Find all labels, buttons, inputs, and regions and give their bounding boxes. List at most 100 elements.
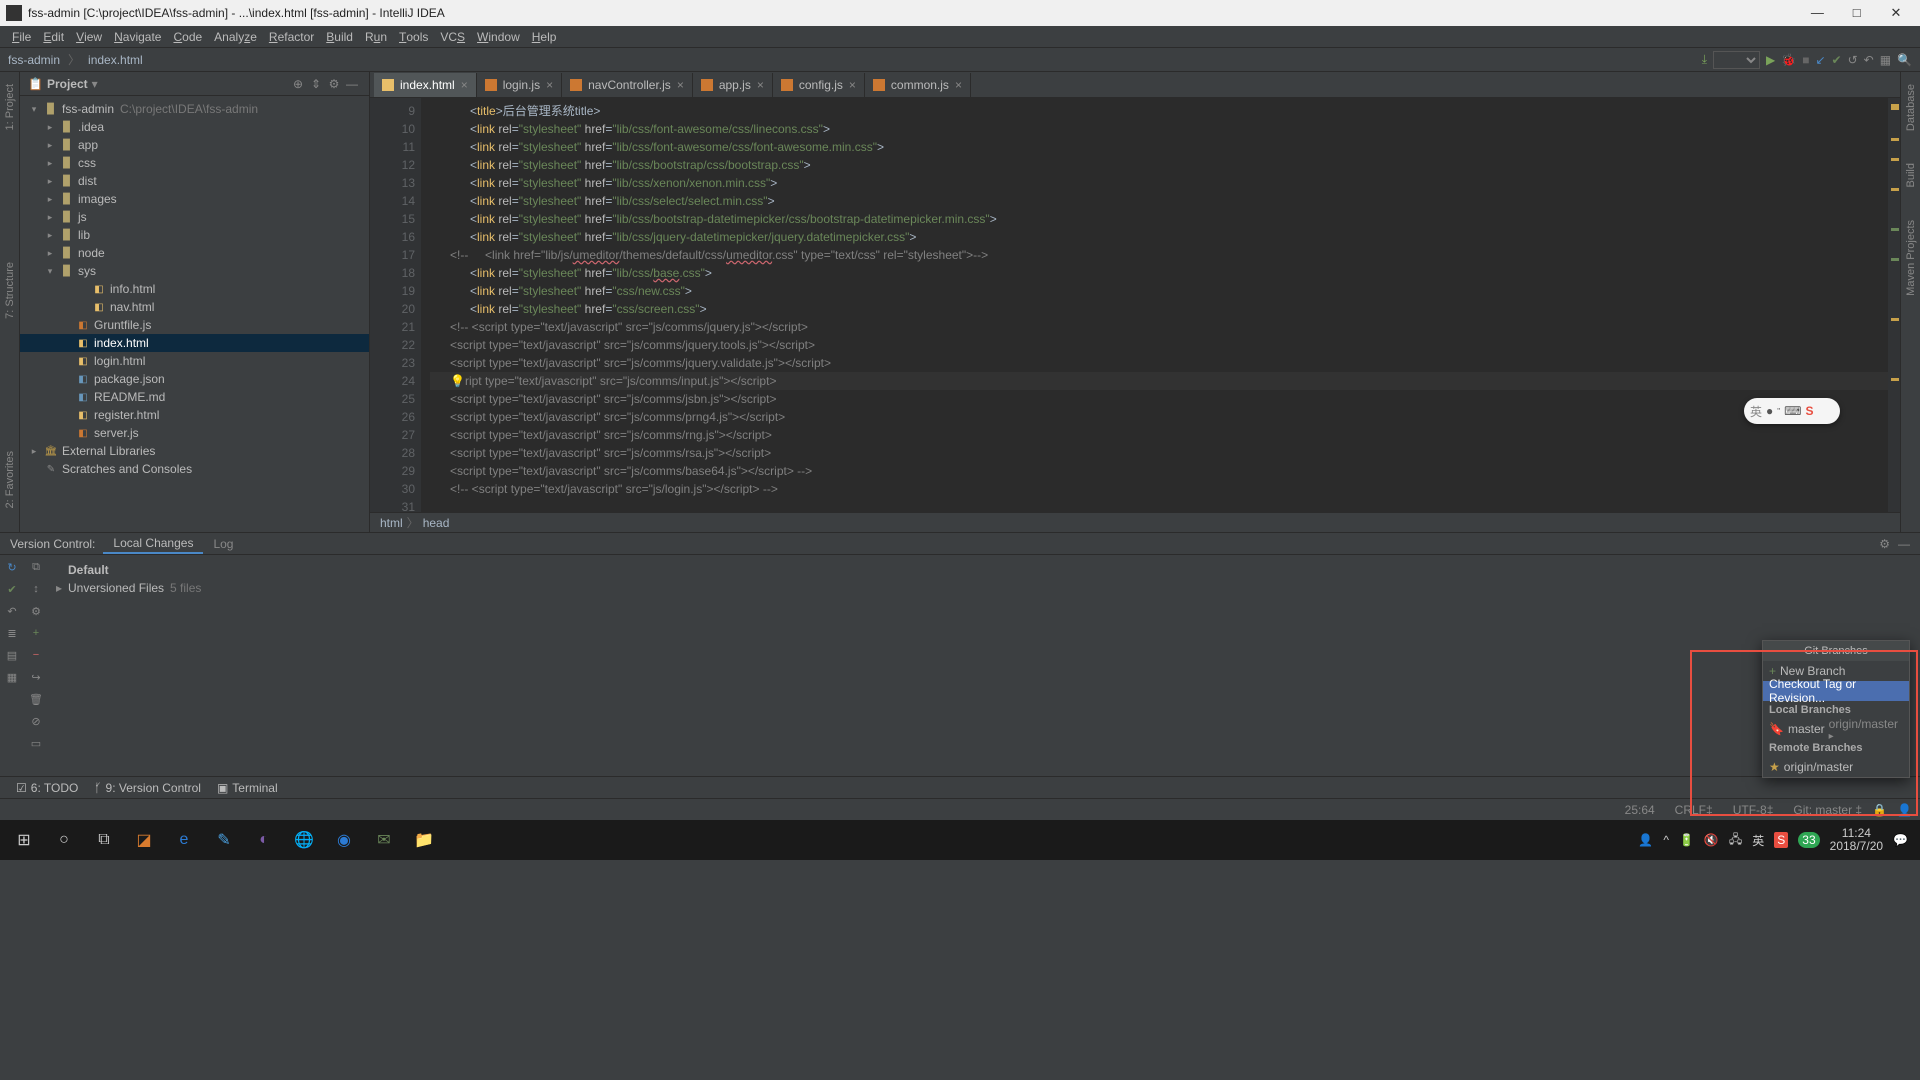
tray-notifications-icon[interactable]: 💬	[1893, 833, 1908, 847]
edge-icon[interactable]: e	[164, 823, 204, 857]
structure-breadcrumb[interactable]: html〉head	[370, 512, 1900, 532]
vc-settings-icon[interactable]: ⚙	[1879, 537, 1890, 551]
tool-build[interactable]: Build	[1905, 157, 1917, 193]
status-encoding[interactable]: UTF-8‡	[1723, 803, 1774, 817]
tree-file[interactable]: ◧package.json	[20, 370, 369, 388]
settings-icon[interactable]: ⚙	[325, 77, 343, 91]
tool-database[interactable]: Database	[1905, 78, 1917, 137]
close-icon[interactable]: ×	[677, 78, 684, 92]
vscode-icon[interactable]: ✎	[204, 823, 244, 857]
tray-volume-icon[interactable]: 🔇	[1704, 833, 1719, 847]
status-position[interactable]: 25:64	[1625, 803, 1655, 817]
run-config-select[interactable]	[1713, 51, 1760, 69]
menu-file[interactable]: File	[6, 26, 37, 47]
vc-move-icon[interactable]: ↪	[28, 669, 44, 685]
minimize-button[interactable]: —	[1799, 5, 1835, 20]
editor-tab-navController.js[interactable]: navController.js×	[562, 73, 693, 97]
project-tree[interactable]: ▾▉ fss-admin C:\project\IDEA\fss-admin ▸…	[20, 96, 369, 532]
menu-refactor[interactable]: Refactor	[263, 26, 320, 47]
error-stripe[interactable]	[1888, 98, 1900, 512]
crumb-file[interactable]: index.html	[88, 53, 143, 67]
vc-settings2-icon[interactable]: ⚙	[28, 603, 44, 619]
editor-tab-index.html[interactable]: index.html×	[374, 73, 477, 97]
menu-code[interactable]: Code	[167, 26, 208, 47]
tree-file-selected[interactable]: ◧index.html	[20, 334, 369, 352]
vc-remove-icon[interactable]: −	[28, 647, 44, 663]
menu-view[interactable]: View	[70, 26, 108, 47]
popup-remote-origin-master[interactable]: ★origin/master	[1763, 757, 1909, 777]
close-icon[interactable]: ×	[849, 78, 856, 92]
status-hector-icon[interactable]: 👤	[1897, 803, 1912, 817]
tray-expand-icon[interactable]: ^	[1663, 833, 1669, 847]
vc-delete-icon[interactable]: 🗑	[28, 691, 44, 707]
vc-changes-tree[interactable]: Default ▸Unversioned Files5 files	[48, 555, 1920, 776]
eclipse-icon[interactable]: ◐	[244, 823, 284, 857]
tree-folder-lib[interactable]: ▸▉lib	[20, 226, 369, 244]
vc-ignore-icon[interactable]: ⊘	[28, 713, 44, 729]
revert-icon[interactable]: ↶	[1864, 53, 1874, 67]
tool-structure[interactable]: 7: Structure	[4, 256, 16, 325]
tree-folder-css[interactable]: ▸▉css	[20, 154, 369, 172]
vc-refresh-icon[interactable]: ↻	[4, 559, 20, 575]
tree-file[interactable]: ◧Gruntfile.js	[20, 316, 369, 334]
stop-icon[interactable]: ■	[1802, 53, 1809, 67]
wechat-icon[interactable]: ✉	[364, 823, 404, 857]
tray-ime-icon[interactable]: 英	[1752, 832, 1764, 849]
close-icon[interactable]: ×	[546, 78, 553, 92]
menu-vcs[interactable]: VCS	[434, 26, 471, 47]
tree-folder-dist[interactable]: ▸▉dist	[20, 172, 369, 190]
close-icon[interactable]: ×	[461, 78, 468, 92]
crumb-root[interactable]: fss-admin	[8, 53, 60, 67]
project-panel-title[interactable]: Project	[47, 77, 88, 91]
tree-folder-images[interactable]: ▸▉images	[20, 190, 369, 208]
tree-file[interactable]: ◧README.md	[20, 388, 369, 406]
menu-run[interactable]: Run	[359, 26, 393, 47]
btn-todo[interactable]: ☑ 6: TODO	[8, 777, 86, 798]
editor-code[interactable]: <title>后台管理系统title> <link rel="styleshee…	[422, 98, 1888, 512]
status-eol[interactable]: CRLF‡	[1665, 803, 1713, 817]
tree-file[interactable]: ◧info.html	[20, 280, 369, 298]
vc-diff-icon[interactable]: ≣	[4, 625, 20, 641]
vc-revert-icon[interactable]: ↶	[4, 603, 20, 619]
vc-preview-icon[interactable]: ▭	[28, 735, 44, 751]
tree-file[interactable]: ◧register.html	[20, 406, 369, 424]
vc-expand-icon[interactable]: ↕	[28, 581, 44, 597]
tree-folder-sys[interactable]: ▾▉sys	[20, 262, 369, 280]
tray-people-icon[interactable]: 👤	[1638, 833, 1653, 847]
tree-root[interactable]: ▾▉ fss-admin C:\project\IDEA\fss-admin	[20, 100, 369, 118]
start-button[interactable]: ⊞	[4, 823, 44, 857]
tree-folder-node[interactable]: ▸▉node	[20, 244, 369, 262]
tree-scratches[interactable]: ✎Scratches and Consoles	[20, 460, 369, 478]
project-view-icon[interactable]: 📋	[28, 77, 43, 91]
debug-icon[interactable]: 🐞	[1781, 53, 1796, 67]
btn-version-control[interactable]: ᚶ 9: Version Control	[86, 777, 209, 798]
status-git[interactable]: Git: master ‡	[1783, 803, 1862, 817]
menu-build[interactable]: Build	[320, 26, 359, 47]
editor-tab-common.js[interactable]: common.js×	[865, 73, 971, 97]
vc-tab-log[interactable]: Log	[203, 533, 243, 554]
editor-tab-app.js[interactable]: app.js×	[693, 73, 773, 97]
vc-group-icon[interactable]: ⧉	[28, 559, 44, 575]
scroll-from-source-icon[interactable]: ⊕	[289, 77, 307, 91]
tree-file[interactable]: ◧login.html	[20, 352, 369, 370]
make-project-icon[interactable]: ⤓	[1702, 52, 1707, 67]
collapse-all-icon[interactable]: ⇕	[307, 77, 325, 91]
menu-analyze[interactable]: Analyze	[208, 26, 263, 47]
popup-checkout-tag[interactable]: Checkout Tag or Revision...	[1763, 681, 1909, 701]
vc-commit-icon[interactable]: ✔	[4, 581, 20, 597]
history-icon[interactable]: ↺	[1848, 53, 1858, 67]
status-lock-icon[interactable]: 🔒	[1872, 803, 1887, 817]
chrome-icon[interactable]: 🌐	[284, 823, 324, 857]
tool-maven[interactable]: Maven Projects	[1905, 214, 1917, 302]
tool-favorites[interactable]: 2: Favorites	[4, 445, 16, 514]
update-project-icon[interactable]: ↙	[1815, 53, 1825, 67]
tray-badge-icon[interactable]: 33	[1798, 832, 1819, 848]
close-icon[interactable]: ×	[955, 78, 962, 92]
project-structure-icon[interactable]: ▦	[1880, 53, 1891, 67]
cortana-icon[interactable]: ○	[44, 823, 84, 857]
menu-tools[interactable]: Tools	[393, 26, 434, 47]
explorer-icon[interactable]: 📁	[404, 823, 444, 857]
tree-folder-.idea[interactable]: ▸▉.idea	[20, 118, 369, 136]
vc-tab-local-changes[interactable]: Local Changes	[103, 533, 203, 554]
vc-shelve-icon[interactable]: ▦	[4, 669, 20, 685]
